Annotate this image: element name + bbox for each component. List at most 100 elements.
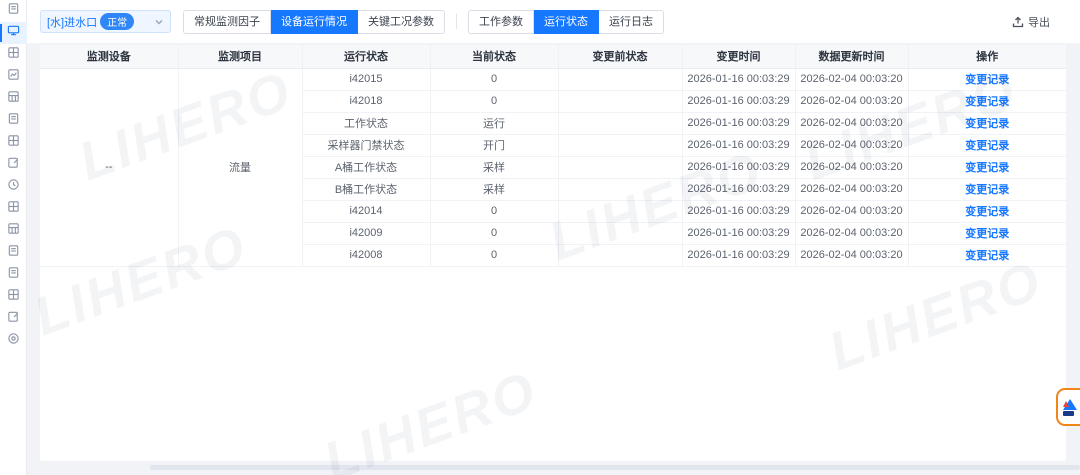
- previous-state-cell: [558, 156, 682, 178]
- previous-state-cell: [558, 200, 682, 222]
- previous-state-cell: [558, 90, 682, 112]
- sidebar-item-history[interactable]: [0, 176, 27, 198]
- gear-icon: [7, 332, 20, 350]
- horizontal-scrollbar[interactable]: [150, 465, 1080, 470]
- current-state-cell: 0: [430, 222, 558, 244]
- update-time-cell: 2026-02-04 00:03:20: [795, 178, 908, 200]
- update-time-cell: 2026-02-04 00:03:20: [795, 200, 908, 222]
- assistant-widget-button[interactable]: [1056, 388, 1080, 426]
- update-time-cell: 2026-02-04 00:03:20: [795, 156, 908, 178]
- doc-icon: [7, 2, 20, 20]
- tab-设备运行情况[interactable]: 设备运行情况: [271, 10, 358, 34]
- column-header: 监测设备: [40, 45, 178, 68]
- change-record-link[interactable]: 变更记录: [908, 244, 1066, 266]
- change-record-link[interactable]: 变更记录: [908, 112, 1066, 134]
- update-time-cell: 2026-02-04 00:03:20: [795, 244, 908, 266]
- device-cell: --: [40, 68, 178, 266]
- sidebar-item-monitor[interactable]: [0, 22, 27, 44]
- sidebar-item-report[interactable]: [0, 110, 27, 132]
- status-table: 监测设备监测项目运行状态当前状态变更前状态变更时间数据更新时间操作 --流量i4…: [40, 45, 1066, 267]
- sidebar-item-trend[interactable]: [0, 66, 27, 88]
- change-record-link[interactable]: 变更记录: [908, 134, 1066, 156]
- export-button[interactable]: 导出: [1012, 14, 1050, 30]
- sidebar-item-settings[interactable]: [0, 330, 27, 352]
- status-name-cell: 采样器门禁状态: [302, 134, 430, 156]
- chart-icon: [7, 68, 20, 86]
- status-name-cell: i42014: [302, 200, 430, 222]
- change-record-link[interactable]: 变更记录: [908, 90, 1066, 112]
- doc-icon: [7, 244, 20, 262]
- edit-icon: [7, 156, 20, 174]
- previous-state-cell: [558, 134, 682, 156]
- sidebar-item-data-table[interactable]: [0, 44, 27, 66]
- status-name-cell: i42008: [302, 244, 430, 266]
- change-time-cell: 2026-01-16 00:03:29: [682, 200, 795, 222]
- column-header: 监测项目: [178, 45, 302, 68]
- column-header: 当前状态: [430, 45, 558, 68]
- current-state-cell: 采样: [430, 156, 558, 178]
- update-time-cell: 2026-02-04 00:03:20: [795, 68, 908, 90]
- table-header-row: 监测设备监测项目运行状态当前状态变更前状态变更时间数据更新时间操作: [40, 45, 1066, 68]
- gridx-icon: [7, 90, 20, 108]
- change-time-cell: 2026-01-16 00:03:29: [682, 134, 795, 156]
- grid-icon: [7, 200, 20, 218]
- change-time-cell: 2026-01-16 00:03:29: [682, 68, 795, 90]
- current-state-cell: 0: [430, 68, 558, 90]
- previous-state-cell: [558, 244, 682, 266]
- change-record-link[interactable]: 变更记录: [908, 156, 1066, 178]
- current-state-cell: 开门: [430, 134, 558, 156]
- sidebar-item-files[interactable]: [0, 242, 27, 264]
- change-time-cell: 2026-01-16 00:03:29: [682, 178, 795, 200]
- sidebar-item-notes[interactable]: [0, 308, 27, 330]
- table-row: --流量i4201502026-01-16 00:03:292026-02-04…: [40, 68, 1066, 90]
- change-time-cell: 2026-01-16 00:03:29: [682, 112, 795, 134]
- tab-常规监测因子[interactable]: 常规监测因子: [183, 10, 271, 34]
- sidebar-item-summary[interactable]: [0, 286, 27, 308]
- status-name-cell: B桶工作状态: [302, 178, 430, 200]
- export-icon: [1012, 16, 1024, 28]
- tab-group-2: 工作参数运行状态运行日志: [468, 10, 664, 34]
- change-record-link[interactable]: 变更记录: [908, 178, 1066, 200]
- column-header: 操作: [908, 45, 1066, 68]
- gridx-icon: [7, 222, 20, 240]
- current-state-cell: 运行: [430, 112, 558, 134]
- current-state-cell: 0: [430, 90, 558, 112]
- sidebar-item-records[interactable]: [0, 132, 27, 154]
- sidebar-item-stats[interactable]: [0, 198, 27, 220]
- column-header: 运行状态: [302, 45, 430, 68]
- column-header: 变更时间: [682, 45, 795, 68]
- status-name-cell: i42015: [302, 68, 430, 90]
- grid-icon: [7, 288, 20, 306]
- update-time-cell: 2026-02-04 00:03:20: [795, 112, 908, 134]
- sidebar-item-compare[interactable]: [0, 88, 27, 110]
- update-time-cell: 2026-02-04 00:03:20: [795, 222, 908, 244]
- sidebar-item-overview[interactable]: [0, 0, 27, 22]
- current-state-cell: 0: [430, 244, 558, 266]
- chevron-down-icon: [154, 17, 164, 27]
- change-time-cell: 2026-01-16 00:03:29: [682, 222, 795, 244]
- tab-运行状态[interactable]: 运行状态: [534, 10, 599, 34]
- current-state-cell: 0: [430, 200, 558, 222]
- topbar: [水]进水口 正常 常规监测因子设备运行情况关键工况参数工作参数运行状态运行日志…: [27, 0, 1080, 43]
- grid-icon: [7, 134, 20, 152]
- change-time-cell: 2026-01-16 00:03:29: [682, 244, 795, 266]
- sidebar-item-archive[interactable]: [0, 264, 27, 286]
- tab-groups: 常规监测因子设备运行情况关键工况参数工作参数运行状态运行日志: [183, 10, 664, 34]
- previous-state-cell: [558, 112, 682, 134]
- current-state-cell: 采样: [430, 178, 558, 200]
- change-record-link[interactable]: 变更记录: [908, 68, 1066, 90]
- tab-运行日志[interactable]: 运行日志: [599, 10, 664, 34]
- station-select[interactable]: [水]进水口 正常: [40, 10, 171, 33]
- doc-icon: [7, 112, 20, 130]
- status-name-cell: i42018: [302, 90, 430, 112]
- change-record-link[interactable]: 变更记录: [908, 200, 1066, 222]
- tab-关键工况参数[interactable]: 关键工况参数: [358, 10, 445, 34]
- sidebar-item-edit-log[interactable]: [0, 154, 27, 176]
- sidebar-item-analysis[interactable]: [0, 220, 27, 242]
- change-record-link[interactable]: 变更记录: [908, 222, 1066, 244]
- assistant-logo-icon: [1063, 399, 1077, 410]
- station-select-value: [水]进水口: [47, 14, 97, 30]
- status-name-cell: A桶工作状态: [302, 156, 430, 178]
- previous-state-cell: [558, 178, 682, 200]
- tab-工作参数[interactable]: 工作参数: [468, 10, 534, 34]
